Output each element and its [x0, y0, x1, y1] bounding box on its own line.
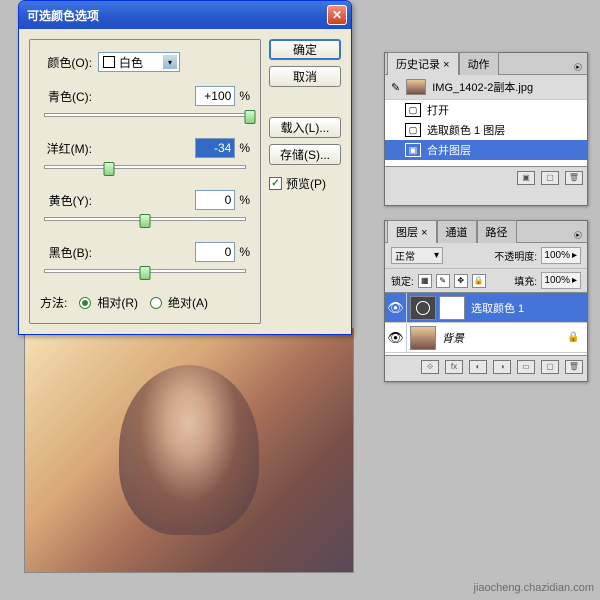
cyan-slider[interactable]	[40, 110, 250, 128]
blend-mode-dropdown[interactable]: 正常▾	[391, 247, 443, 264]
adjustment-thumb-icon	[410, 296, 436, 320]
lock-pixels-icon[interactable]: ▦	[418, 274, 432, 288]
yellow-input[interactable]: 0	[195, 190, 235, 210]
opacity-input[interactable]: 100%▸	[541, 247, 581, 264]
link-icon[interactable]: ⟐	[421, 360, 439, 374]
color-name: 白色	[119, 54, 143, 71]
cancel-button[interactable]: 取消	[269, 66, 341, 87]
mask-icon[interactable]: ◐	[469, 360, 487, 374]
mask-thumb-icon	[439, 296, 465, 320]
adjustment-icon[interactable]: ◑	[493, 360, 511, 374]
save-button[interactable]: 存储(S)...	[269, 144, 341, 165]
history-item[interactable]: ▢ 打开	[385, 100, 587, 120]
black-slider[interactable]	[40, 266, 250, 284]
layer-name: 选取颜色 1	[471, 300, 587, 316]
tab-layers[interactable]: 图层 ×	[387, 220, 437, 243]
load-button[interactable]: 载入(L)...	[269, 117, 341, 138]
merge-icon: ▣	[405, 143, 421, 157]
fill-label: 填充:	[514, 273, 537, 288]
lock-icon: 🔒	[567, 332, 587, 343]
trash-icon[interactable]: 🗑	[565, 171, 583, 185]
black-label: 黑色(B):	[40, 244, 98, 261]
dialog-title: 可选颜色选项	[27, 7, 327, 24]
cyan-label: 青色(C):	[40, 88, 98, 105]
lock-all-icon[interactable]: 🔒	[472, 274, 486, 288]
layers-panel: 图层 × 通道 路径 ▸ 正常▾ 不透明度: 100%▸ 锁定: ▦ ✎ ✥ 🔒…	[384, 220, 588, 382]
watermark: jiaocheng.chazidian.com	[474, 582, 594, 594]
layer-row[interactable]: 👁 选取颜色 1	[385, 293, 587, 323]
new-state-icon[interactable]: ▢	[541, 171, 559, 185]
radio-relative[interactable]	[79, 297, 91, 309]
black-input[interactable]: 0	[195, 242, 235, 262]
visibility-icon[interactable]: 👁	[385, 323, 407, 352]
preview-label: 预览(P)	[286, 175, 326, 192]
tab-paths[interactable]: 路径	[477, 220, 517, 243]
tab-actions[interactable]: 动作	[459, 52, 499, 75]
color-label: 颜色(O):	[40, 54, 98, 71]
magenta-input[interactable]: -34	[195, 138, 235, 158]
open-icon: ▢	[405, 103, 421, 117]
pct-sign: %	[239, 89, 250, 103]
chevron-right-icon: ▸	[572, 275, 577, 286]
visibility-icon[interactable]: 👁	[385, 293, 407, 322]
panel-menu-icon[interactable]: ▸	[574, 231, 582, 239]
slider-thumb-icon[interactable]	[104, 162, 115, 176]
color-swatch-icon	[103, 56, 115, 68]
fill-input[interactable]: 100%▸	[541, 272, 581, 289]
cyan-input[interactable]: +100	[195, 86, 235, 106]
panel-menu-icon[interactable]: ▸	[574, 63, 582, 71]
tab-channels[interactable]: 通道	[437, 220, 477, 243]
folder-icon[interactable]: ▭	[517, 360, 535, 374]
tab-history[interactable]: 历史记录 ×	[387, 52, 459, 75]
chevron-down-icon: ▾	[434, 250, 439, 261]
opacity-label: 不透明度:	[494, 248, 537, 263]
new-layer-icon[interactable]: ▢	[541, 360, 559, 374]
history-item[interactable]: ▢ 选取颜色 1 图层	[385, 120, 587, 140]
layer-name: 背景	[442, 330, 567, 346]
preview-checkbox[interactable]: ✓	[269, 177, 282, 190]
lock-move-icon[interactable]: ✥	[454, 274, 468, 288]
new-snapshot-icon[interactable]: ▣	[517, 171, 535, 185]
history-thumb	[406, 79, 426, 95]
pct-sign: %	[239, 245, 250, 259]
lock-label: 锁定:	[391, 273, 414, 288]
slider-thumb-icon[interactable]	[140, 266, 151, 280]
color-dropdown[interactable]: 白色 ▾	[98, 52, 180, 72]
titlebar[interactable]: 可选颜色选项 ✕	[19, 1, 351, 29]
brush-icon: ✎	[391, 81, 400, 94]
layer-row[interactable]: 👁 背景 🔒	[385, 323, 587, 353]
layer-thumb	[410, 326, 436, 350]
pct-sign: %	[239, 141, 250, 155]
fx-icon[interactable]: fx	[445, 360, 463, 374]
ok-button[interactable]: 确定	[269, 39, 341, 60]
lock-brush-icon[interactable]: ✎	[436, 274, 450, 288]
selective-color-dialog: 可选颜色选项 ✕ 颜色(O): 白色 ▾ 青色(C): +100 %	[18, 0, 352, 335]
slider-thumb-icon[interactable]	[140, 214, 151, 228]
close-icon[interactable]: ✕	[327, 5, 347, 25]
chevron-down-icon: ▾	[163, 55, 177, 69]
trash-icon[interactable]: 🗑	[565, 360, 583, 374]
history-panel: 历史记录 × 动作 ▸ ✎ IMG_1402-2副本.jpg ▢ 打开 ▢ 选取…	[384, 52, 588, 206]
method-relative-label: 相对(R)	[97, 294, 138, 311]
method-absolute-label: 绝对(A)	[168, 294, 208, 311]
radio-absolute[interactable]	[150, 297, 162, 309]
yellow-slider[interactable]	[40, 214, 250, 232]
pct-sign: %	[239, 193, 250, 207]
image-preview	[24, 328, 354, 573]
method-label: 方法:	[40, 294, 67, 311]
history-item[interactable]: ▣ 合并图层	[385, 140, 587, 160]
history-file: IMG_1402-2副本.jpg	[432, 79, 533, 95]
chevron-right-icon: ▸	[572, 250, 577, 261]
layer-icon: ▢	[405, 123, 421, 137]
magenta-slider[interactable]	[40, 162, 250, 180]
slider-thumb-icon[interactable]	[245, 110, 256, 124]
yellow-label: 黄色(Y):	[40, 192, 98, 209]
magenta-label: 洋红(M):	[40, 140, 98, 157]
